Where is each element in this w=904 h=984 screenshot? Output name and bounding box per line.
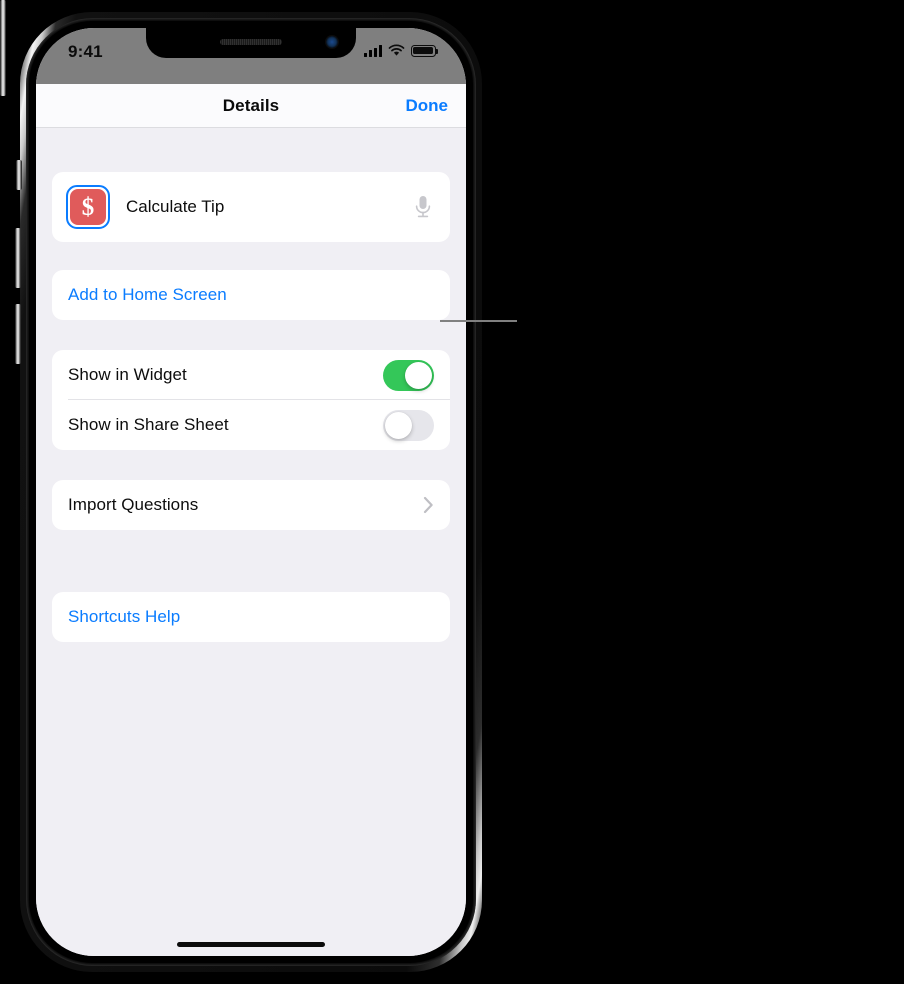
add-to-home-screen-label: Add to Home Screen [68, 285, 227, 304]
status-bar: 9:41 [36, 28, 466, 84]
shortcut-icon-selection-ring[interactable]: $ [66, 185, 110, 229]
dollar-sign-icon: $ [70, 189, 106, 225]
mute-switch-button[interactable] [16, 160, 22, 190]
power-button[interactable] [0, 0, 6, 96]
show-in-share-sheet-toggle[interactable] [383, 409, 434, 441]
notch [146, 28, 356, 58]
shortcuts-help-label: Shortcuts Help [68, 607, 181, 626]
shortcuts-help-card: Shortcuts Help [52, 592, 450, 642]
front-camera-icon [326, 36, 338, 48]
signal-bars-icon [364, 44, 382, 57]
toggle-knob [405, 361, 432, 389]
show-in-widget-row[interactable]: Show in Widget [52, 350, 450, 400]
wifi-icon [388, 44, 405, 56]
show-in-share-sheet-label: Show in Share Sheet [68, 415, 229, 434]
show-in-widget-label: Show in Widget [68, 365, 187, 384]
page-title: Details [222, 95, 280, 115]
shortcut-row[interactable]: $ Calculate Tip [52, 172, 450, 242]
import-questions-card: Import Questions [52, 480, 450, 530]
status-bar-time: 9:41 [68, 42, 103, 61]
home-screen-card: Add to Home Screen [52, 270, 450, 320]
volume-up-button[interactable] [15, 228, 21, 288]
screenshot-stage: 9:41 Details Done $ Calculate Tip Add to… [0, 0, 904, 984]
show-in-share-sheet-row[interactable]: Show in Share Sheet [52, 400, 450, 450]
navigation-bar: Details Done [36, 84, 466, 128]
add-to-home-screen-row[interactable]: Add to Home Screen [52, 270, 450, 320]
home-indicator[interactable] [177, 942, 325, 947]
status-bar-indicators [364, 42, 439, 57]
done-button[interactable]: Done [406, 96, 449, 116]
earpiece-speaker-icon [220, 39, 282, 45]
visibility-card: Show in Widget Show in Share Sheet [52, 350, 450, 450]
shortcut-name: Calculate Tip [126, 197, 225, 216]
battery-full-icon [411, 44, 439, 57]
import-questions-row[interactable]: Import Questions [52, 480, 450, 530]
shortcuts-help-row[interactable]: Shortcuts Help [52, 592, 450, 642]
show-in-widget-toggle[interactable] [383, 359, 434, 391]
callout-leader-line [440, 320, 517, 322]
volume-down-button[interactable] [15, 304, 21, 364]
microphone-icon[interactable] [414, 194, 432, 220]
shortcut-card: $ Calculate Tip [52, 172, 450, 242]
phone-screen: 9:41 Details Done $ Calculate Tip Add to… [36, 28, 466, 956]
chevron-right-icon [423, 496, 433, 514]
toggle-knob [385, 411, 412, 439]
import-questions-label: Import Questions [68, 495, 199, 514]
details-content: $ Calculate Tip Add to Home Screen Show … [36, 129, 466, 956]
